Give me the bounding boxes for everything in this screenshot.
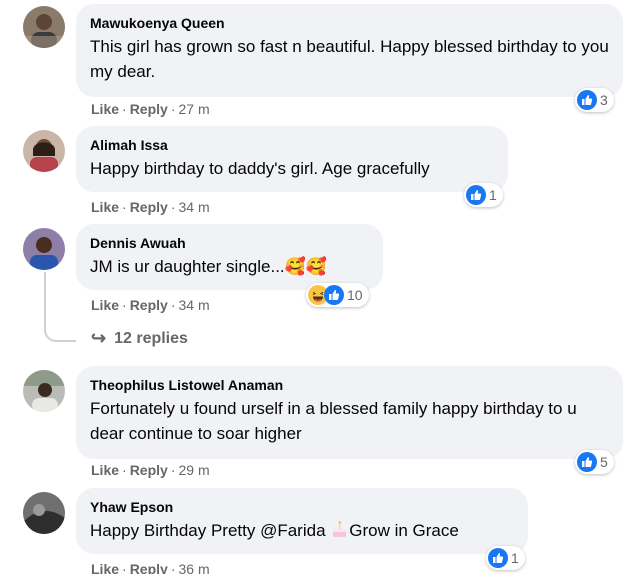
separator: · bbox=[170, 101, 176, 117]
reaction-summary[interactable]: 1 bbox=[486, 546, 525, 570]
comment-text: This girl has grown so fast n beautiful.… bbox=[90, 37, 609, 81]
separator: · bbox=[122, 462, 127, 478]
reply-arrow-icon: ↪ bbox=[91, 328, 107, 348]
comment-author[interactable]: Theophilus Listowel Anaman bbox=[90, 376, 609, 394]
like-icon bbox=[466, 185, 486, 205]
like-icon bbox=[488, 548, 508, 568]
replies-count-label: 12 replies bbox=[114, 329, 188, 347]
avatar[interactable] bbox=[23, 6, 65, 48]
comment-bubble: Alimah Issa Happy birthday to daddy's gi… bbox=[76, 126, 508, 192]
reaction-summary[interactable]: 10 bbox=[306, 283, 369, 307]
comment-bubble: Dennis Awuah JM is ur daughter single...… bbox=[76, 224, 383, 290]
comment-timestamp[interactable]: 29 m bbox=[178, 462, 209, 478]
avatar[interactable] bbox=[23, 492, 65, 534]
like-button[interactable]: Like bbox=[91, 101, 119, 117]
comment-author[interactable]: Alimah Issa bbox=[90, 136, 494, 154]
birthday-cake-icon bbox=[330, 520, 349, 539]
separator: · bbox=[170, 462, 176, 478]
comment-actions: Like · Reply · 34 m bbox=[91, 198, 210, 216]
reaction-summary[interactable]: 3 bbox=[575, 88, 614, 112]
comment-timestamp[interactable]: 34 m bbox=[178, 297, 209, 313]
like-icon bbox=[577, 90, 597, 110]
separator: · bbox=[170, 561, 176, 574]
reply-button[interactable]: Reply bbox=[130, 462, 168, 478]
comment-text: Fortunately u found urself in a blessed … bbox=[90, 399, 577, 443]
comment-bubble: Theophilus Listowel Anaman Fortunately u… bbox=[76, 366, 623, 459]
like-icon bbox=[577, 452, 597, 472]
comment-actions: Like · Reply · 36 m bbox=[91, 560, 210, 574]
reaction-summary[interactable]: 1 bbox=[464, 183, 503, 207]
comment-actions: Like · Reply · 34 m bbox=[91, 296, 210, 314]
like-button[interactable]: Like bbox=[91, 462, 119, 478]
reply-thread-line bbox=[44, 272, 76, 342]
reply-button[interactable]: Reply bbox=[130, 561, 168, 574]
comment-author[interactable]: Mawukoenya Queen bbox=[90, 14, 609, 32]
separator: · bbox=[122, 101, 127, 117]
comment-text: Happy Birthday Pretty @Farida Grow in Gr… bbox=[90, 518, 514, 543]
reaction-summary[interactable]: 5 bbox=[575, 450, 614, 474]
separator: · bbox=[122, 561, 127, 574]
comment-author[interactable]: Dennis Awuah bbox=[90, 234, 369, 252]
like-icon bbox=[324, 285, 344, 305]
reaction-count: 3 bbox=[600, 92, 608, 108]
comment-bubble: Mawukoenya Queen This girl has grown so … bbox=[76, 4, 623, 97]
like-button[interactable]: Like bbox=[91, 199, 119, 215]
separator: · bbox=[122, 199, 127, 215]
avatar[interactable] bbox=[23, 130, 65, 172]
avatar[interactable] bbox=[23, 370, 65, 412]
reaction-count: 1 bbox=[511, 550, 519, 566]
separator: · bbox=[170, 199, 176, 215]
comment-actions: Like · Reply · 27 m bbox=[91, 100, 210, 118]
like-button[interactable]: Like bbox=[91, 297, 119, 313]
comment-timestamp[interactable]: 27 m bbox=[178, 101, 209, 117]
reply-button[interactable]: Reply bbox=[130, 101, 168, 117]
comment-timestamp[interactable]: 34 m bbox=[178, 199, 209, 215]
reply-button[interactable]: Reply bbox=[130, 199, 168, 215]
view-replies-link[interactable]: ↪ 12 replies bbox=[91, 328, 188, 349]
comment-text-after: Grow in Grace bbox=[349, 521, 459, 540]
comment-text: JM is ur daughter single...🥰🥰 bbox=[90, 257, 327, 276]
reaction-count: 1 bbox=[489, 187, 497, 203]
comment-text: Happy birthday to daddy's girl. Age grac… bbox=[90, 159, 430, 178]
comment-bubble: Yhaw Epson Happy Birthday Pretty @Farida… bbox=[76, 488, 528, 554]
reply-button[interactable]: Reply bbox=[130, 297, 168, 313]
like-button[interactable]: Like bbox=[91, 561, 119, 574]
avatar[interactable] bbox=[23, 228, 65, 270]
comment-author[interactable]: Yhaw Epson bbox=[90, 498, 514, 516]
comment-timestamp[interactable]: 36 m bbox=[178, 561, 209, 574]
comment-text-before: Happy Birthday Pretty @Farida bbox=[90, 521, 331, 540]
reaction-count: 10 bbox=[347, 287, 363, 303]
reaction-count: 5 bbox=[600, 454, 608, 470]
separator: · bbox=[170, 297, 176, 313]
comment-actions: Like · Reply · 29 m bbox=[91, 461, 210, 479]
separator: · bbox=[122, 297, 127, 313]
